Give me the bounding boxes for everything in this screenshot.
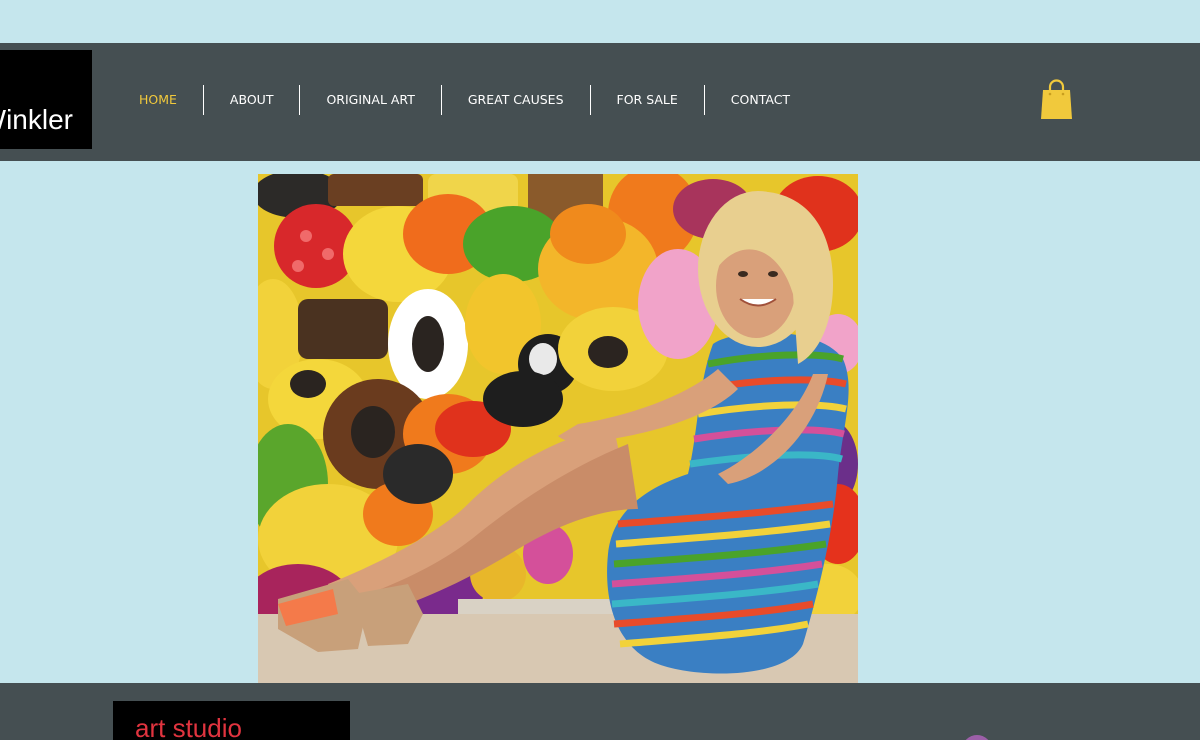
- main-nav: HOME ABOUT ORIGINAL ART GREAT CAUSES FOR…: [113, 85, 816, 115]
- shopping-bag-icon[interactable]: [1040, 79, 1073, 119]
- studio-banner[interactable]: art studio: [113, 701, 350, 740]
- social-icon[interactable]: [962, 735, 992, 740]
- studio-label: art studio: [135, 713, 242, 740]
- nav-about[interactable]: ABOUT: [204, 85, 300, 115]
- site-footer: art studio: [0, 683, 1200, 740]
- logo-text: Winkler: [0, 104, 73, 135]
- nav-for-sale[interactable]: FOR SALE: [591, 85, 704, 115]
- site-logo[interactable]: Winkler: [0, 50, 92, 149]
- site-header: Winkler HOME ABOUT ORIGINAL ART GREAT CA…: [0, 43, 1200, 161]
- nav-original-art[interactable]: ORIGINAL ART: [300, 85, 440, 115]
- nav-great-causes[interactable]: GREAT CAUSES: [442, 85, 590, 115]
- nav-contact[interactable]: CONTACT: [705, 85, 816, 115]
- nav-home[interactable]: HOME: [113, 85, 203, 115]
- hero-image: [258, 174, 858, 683]
